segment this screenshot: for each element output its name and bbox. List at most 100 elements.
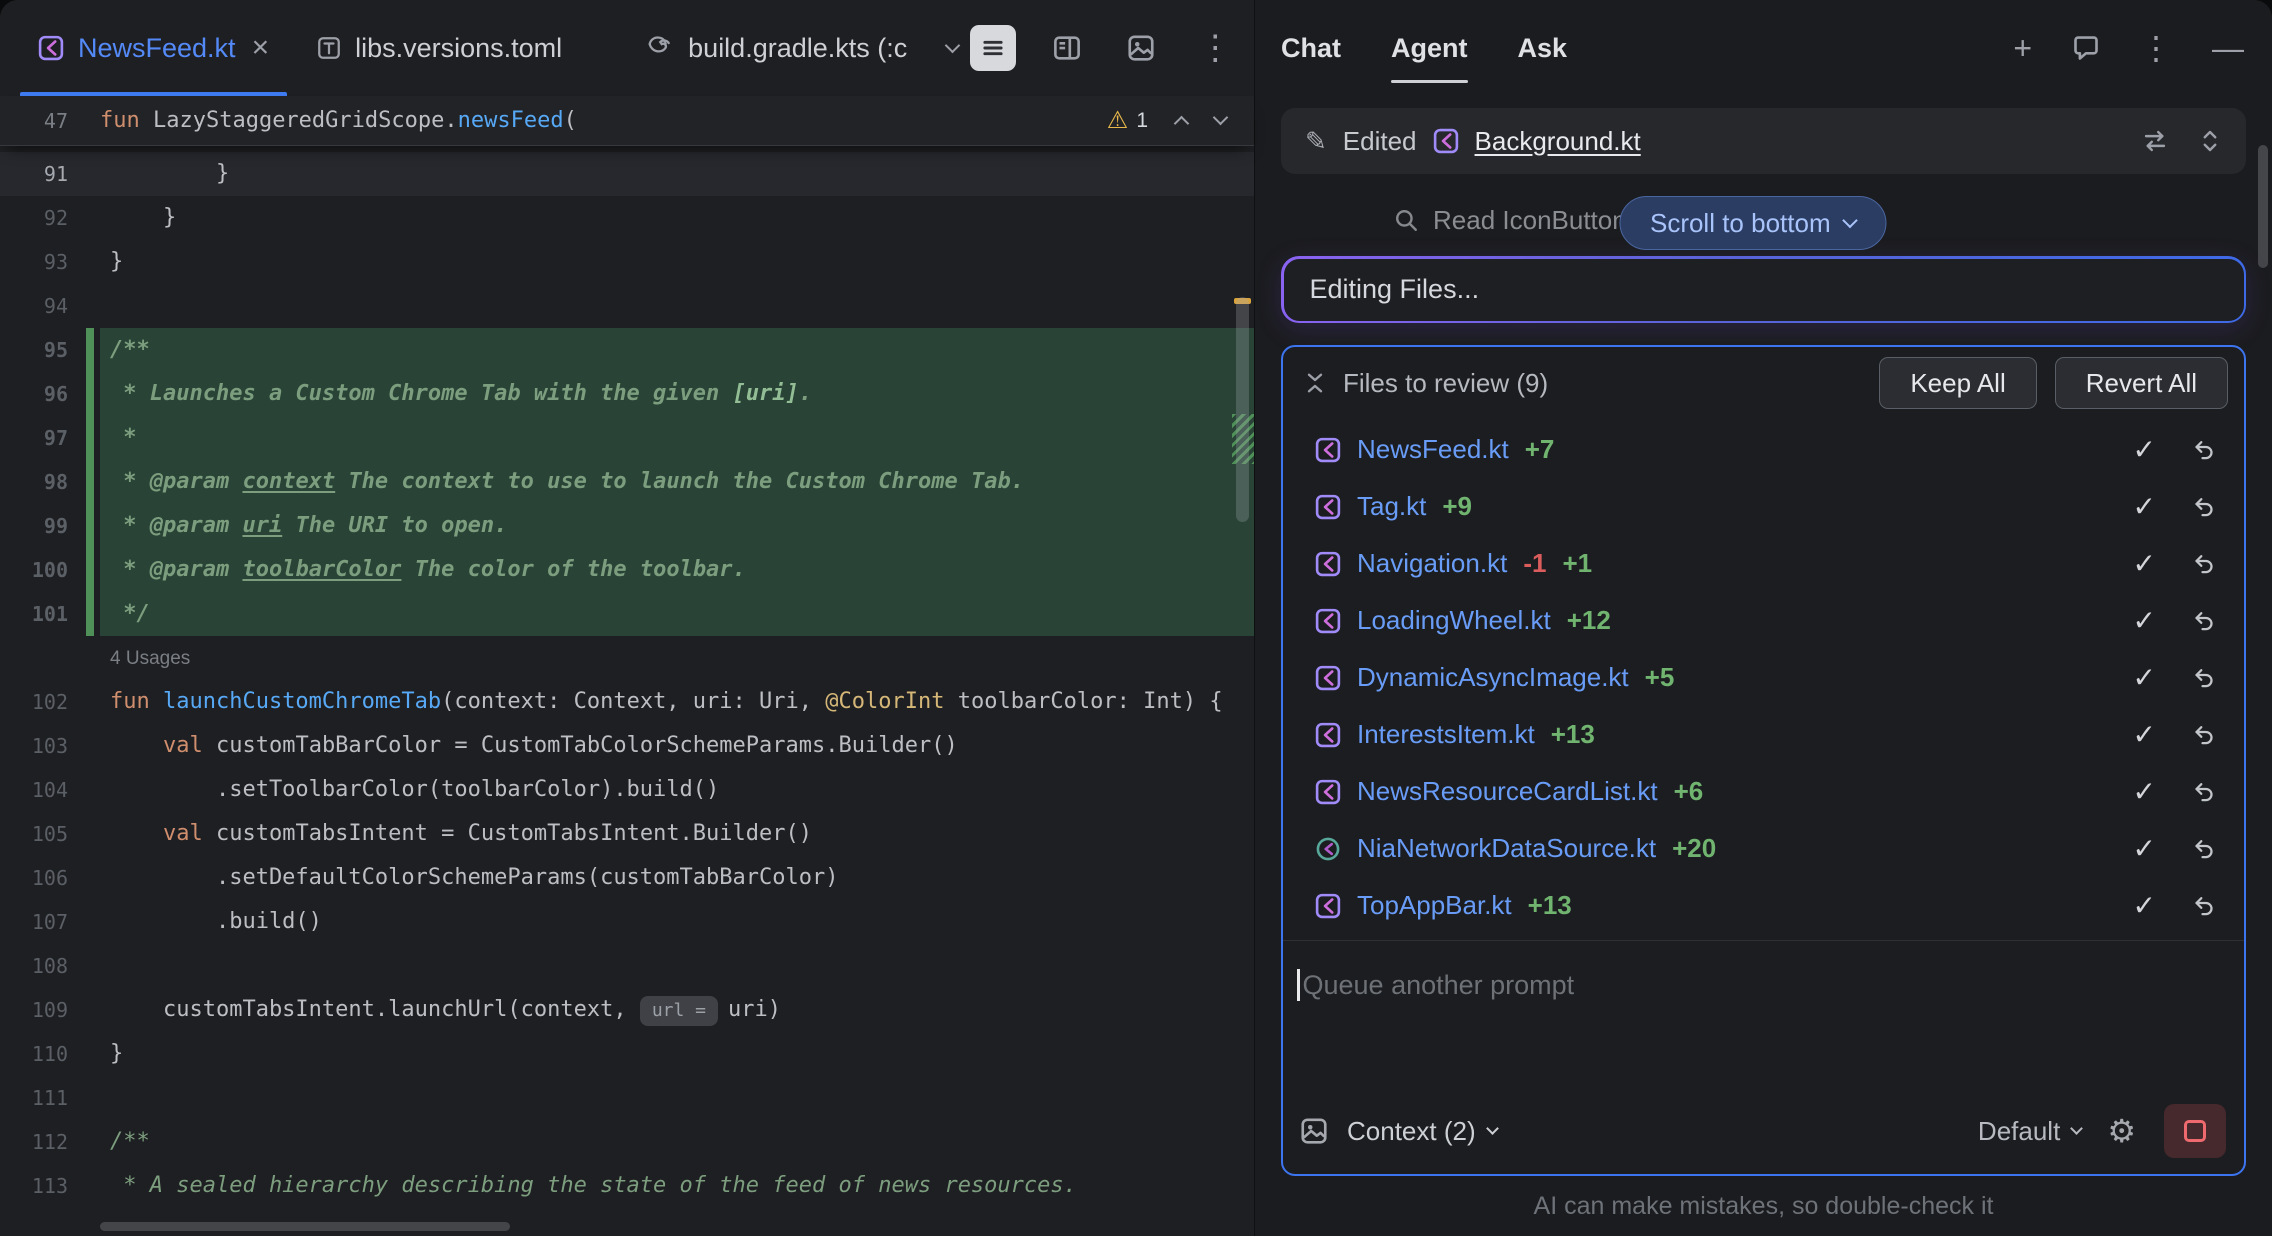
code-text[interactable]: } bbox=[100, 152, 1254, 196]
code-line[interactable]: 108 bbox=[0, 944, 1254, 988]
line-number[interactable]: 47 bbox=[0, 109, 100, 133]
line-number[interactable]: 108 bbox=[0, 944, 100, 988]
horizontal-scrollbar[interactable] bbox=[100, 1222, 510, 1231]
line-number[interactable]: 96 bbox=[0, 372, 100, 416]
keep-file-icon[interactable]: ✓ bbox=[2133, 607, 2156, 635]
file-link[interactable]: Navigation.kt bbox=[1357, 548, 1507, 579]
code-text[interactable]: /** bbox=[100, 328, 1254, 372]
code-text[interactable]: .setDefaultColorSchemeParams(customTabBa… bbox=[100, 856, 1254, 900]
code-editor[interactable]: 91 }92 }93}9495/**96 * Launches a Custom… bbox=[0, 146, 1254, 1236]
prompt-input[interactable]: Queue another prompt bbox=[1283, 940, 2244, 1098]
code-line[interactable]: 110} bbox=[0, 1032, 1254, 1076]
code-text[interactable] bbox=[100, 1076, 1254, 1120]
code-line[interactable]: 95/** bbox=[0, 328, 1254, 372]
keep-all-button[interactable]: Keep All bbox=[1879, 357, 2036, 409]
file-link[interactable]: Tag.kt bbox=[1357, 491, 1426, 522]
file-link[interactable]: NewsResourceCardList.kt bbox=[1357, 776, 1658, 807]
line-number[interactable]: 102 bbox=[0, 680, 100, 724]
revert-file-icon[interactable] bbox=[2192, 723, 2216, 747]
code-text[interactable]: 4 Usages bbox=[100, 636, 1254, 680]
keep-file-icon[interactable]: ✓ bbox=[2133, 664, 2156, 692]
line-number[interactable]: 113 bbox=[0, 1164, 100, 1208]
line-number[interactable]: 107 bbox=[0, 900, 100, 944]
keep-file-icon[interactable]: ✓ bbox=[2133, 550, 2156, 578]
revert-file-icon[interactable] bbox=[2192, 438, 2216, 462]
code-line[interactable]: 112/** bbox=[0, 1120, 1254, 1164]
code-text[interactable]: val customTabBarColor = CustomTabColorSc… bbox=[100, 724, 1254, 768]
code-text[interactable]: fun launchCustomChromeTab(context: Conte… bbox=[100, 680, 1254, 724]
file-review-row[interactable]: Navigation.kt -1 +1 ✓ bbox=[1299, 535, 2232, 592]
hide-panel-button[interactable]: — bbox=[2212, 32, 2244, 64]
line-number[interactable]: 93 bbox=[0, 240, 100, 284]
code-text[interactable]: */ bbox=[100, 592, 1254, 636]
split-editor-button[interactable] bbox=[1044, 25, 1090, 71]
line-number[interactable]: 106 bbox=[0, 856, 100, 900]
hidden-tabs-chevron[interactable] bbox=[935, 0, 970, 96]
line-number[interactable]: 112 bbox=[0, 1120, 100, 1164]
code-text[interactable]: * Launches a Custom Chrome Tab with the … bbox=[100, 372, 1254, 416]
close-tab-icon[interactable]: × bbox=[252, 33, 270, 63]
code-line[interactable]: 103 val customTabBarColor = CustomTabCol… bbox=[0, 724, 1254, 768]
screenshot-button[interactable] bbox=[1118, 25, 1164, 71]
code-line[interactable]: 104 .setToolbarColor(toolbarColor).build… bbox=[0, 768, 1254, 812]
line-number[interactable]: 98 bbox=[0, 460, 100, 504]
show-diff-icon[interactable] bbox=[2142, 128, 2168, 154]
line-number[interactable]: 94 bbox=[0, 284, 100, 328]
file-link[interactable]: TopAppBar.kt bbox=[1357, 890, 1512, 921]
code-text[interactable] bbox=[100, 284, 1254, 328]
code-line[interactable]: 91 } bbox=[0, 152, 1254, 196]
prev-problem-chevron[interactable] bbox=[1176, 118, 1187, 123]
keep-file-icon[interactable]: ✓ bbox=[2133, 892, 2156, 920]
code-line[interactable]: 107 .build() bbox=[0, 900, 1254, 944]
code-line[interactable]: 101 */ bbox=[0, 592, 1254, 636]
tab-build-gradle-kts[interactable]: build.gradle.kts (:c bbox=[622, 0, 931, 96]
code-line[interactable]: 113 * A sealed hierarchy describing the … bbox=[0, 1164, 1254, 1208]
code-line[interactable]: 97 * bbox=[0, 416, 1254, 460]
file-review-row[interactable]: DynamicAsyncImage.kt +5 ✓ bbox=[1299, 649, 2232, 706]
keep-file-icon[interactable]: ✓ bbox=[2133, 835, 2156, 863]
scroll-to-bottom-button[interactable]: Scroll to bottom bbox=[1619, 196, 1887, 250]
usages-inlay-row[interactable]: 4 Usages bbox=[0, 636, 1254, 680]
edited-file-card[interactable]: ✎ Edited Background.kt bbox=[1281, 108, 2246, 174]
expand-collapse-icon[interactable] bbox=[2198, 129, 2222, 153]
file-review-row[interactable]: LoadingWheel.kt +12 ✓ bbox=[1299, 592, 2232, 649]
code-text[interactable]: * @param context The context to use to l… bbox=[100, 460, 1254, 504]
code-line[interactable]: 94 bbox=[0, 284, 1254, 328]
code-text[interactable]: * A sealed hierarchy describing the stat… bbox=[100, 1164, 1254, 1208]
line-number[interactable]: 110 bbox=[0, 1032, 100, 1076]
code-line[interactable]: 102fun launchCustomChromeTab(context: Co… bbox=[0, 680, 1254, 724]
code-text[interactable]: .setToolbarColor(toolbarColor).build() bbox=[100, 768, 1254, 812]
revert-file-icon[interactable] bbox=[2192, 837, 2216, 861]
revert-file-icon[interactable] bbox=[2192, 552, 2216, 576]
tab-newsfeed-kt[interactable]: NewsFeed.kt × bbox=[14, 0, 293, 96]
code-text[interactable]: * bbox=[100, 416, 1254, 460]
file-link[interactable]: NiaNetworkDataSource.kt bbox=[1357, 833, 1656, 864]
file-review-row[interactable]: NewsResourceCardList.kt +6 ✓ bbox=[1299, 763, 2232, 820]
context-selector[interactable]: Context (2) bbox=[1347, 1116, 1497, 1147]
collapse-icon[interactable] bbox=[1303, 371, 1327, 395]
code-line[interactable]: 93} bbox=[0, 240, 1254, 284]
code-text[interactable]: } bbox=[100, 196, 1254, 240]
line-number[interactable]: 105 bbox=[0, 812, 100, 856]
file-review-row[interactable]: TopAppBar.kt +13 ✓ bbox=[1299, 877, 2232, 934]
code-text[interactable]: customTabsIntent.launchUrl(context, url … bbox=[100, 988, 1254, 1032]
code-text[interactable]: .build() bbox=[100, 900, 1254, 944]
line-number[interactable]: 101 bbox=[0, 592, 100, 636]
code-line[interactable]: 111 bbox=[0, 1076, 1254, 1120]
keep-file-icon[interactable]: ✓ bbox=[2133, 436, 2156, 464]
code-line[interactable]: 100 * @param toolbarColor The color of t… bbox=[0, 548, 1254, 592]
code-line[interactable]: 105 val customTabsIntent = CustomTabsInt… bbox=[0, 812, 1254, 856]
line-number[interactable]: 97 bbox=[0, 416, 100, 460]
attach-image-icon[interactable] bbox=[1299, 1116, 1329, 1146]
keep-file-icon[interactable]: ✓ bbox=[2133, 778, 2156, 806]
file-link[interactable]: NewsFeed.kt bbox=[1357, 434, 1509, 465]
chat-scrollbar[interactable] bbox=[2258, 145, 2268, 268]
revert-file-icon[interactable] bbox=[2192, 495, 2216, 519]
editor-more-options-button[interactable]: ⋮ bbox=[1192, 25, 1238, 71]
code-line[interactable]: 92 } bbox=[0, 196, 1254, 240]
code-text[interactable]: } bbox=[100, 1032, 1254, 1076]
tab-agent[interactable]: Agent bbox=[1391, 0, 1468, 96]
file-review-row[interactable]: NewsFeed.kt +7 ✓ bbox=[1299, 421, 2232, 478]
code-line[interactable]: 98 * @param context The context to use t… bbox=[0, 460, 1254, 504]
code-text[interactable]: * @param toolbarColor The color of the t… bbox=[100, 548, 1254, 592]
